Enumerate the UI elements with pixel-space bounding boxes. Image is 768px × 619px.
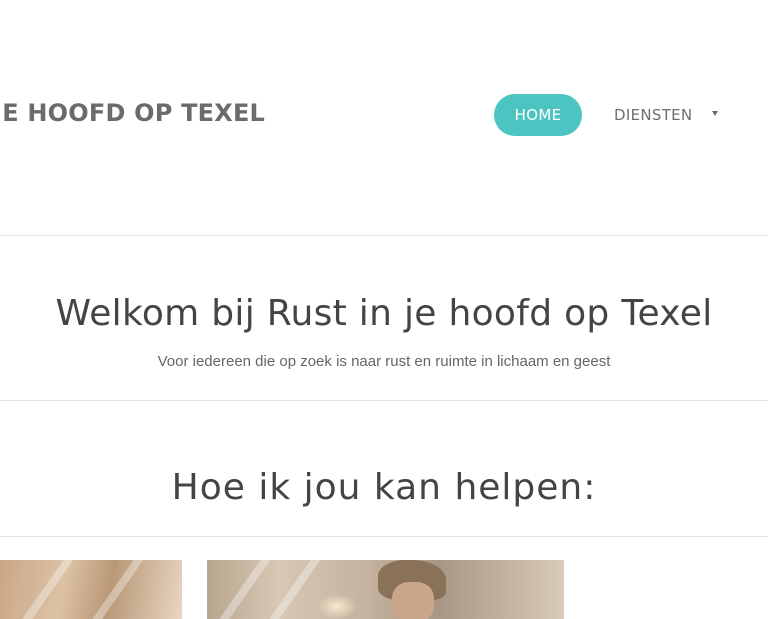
decor-beam bbox=[84, 560, 144, 619]
services-section: Hoe ik jou kan helpen: bbox=[0, 401, 768, 537]
hero-section: Welkom bij Rust in je hoofd op Texel Voo… bbox=[0, 236, 768, 401]
page: T IN JE HOOFD OP TEXEL HOME DIENSTEN Wel… bbox=[0, 0, 768, 619]
service-card-image-2[interactable] bbox=[207, 560, 564, 619]
decor-beam bbox=[261, 560, 321, 619]
hero-title: Welkom bij Rust in je hoofd op Texel bbox=[55, 293, 713, 334]
main-nav: HOME DIENSTEN bbox=[494, 94, 719, 136]
nav-diensten-menu[interactable]: DIENSTEN bbox=[614, 94, 719, 136]
services-title: Hoe ik jou kan helpen: bbox=[171, 467, 597, 508]
nav-home-button[interactable]: HOME bbox=[494, 94, 582, 136]
nav-home-label: HOME bbox=[514, 106, 562, 124]
person-face bbox=[392, 582, 434, 619]
decor-beam bbox=[14, 560, 74, 619]
candle-light bbox=[317, 594, 357, 619]
service-card-image-1[interactable] bbox=[0, 560, 182, 619]
service-card-image-3[interactable] bbox=[590, 560, 768, 619]
nav-diensten-label: DIENSTEN bbox=[614, 106, 693, 124]
caret-down-icon bbox=[712, 110, 719, 116]
site-title[interactable]: T IN JE HOOFD OP TEXEL bbox=[0, 99, 265, 127]
site-header: T IN JE HOOFD OP TEXEL HOME DIENSTEN bbox=[0, 0, 768, 236]
hero-subtitle: Voor iedereen die op zoek is naar rust e… bbox=[157, 353, 611, 370]
person-photo bbox=[370, 560, 450, 619]
decor-beam bbox=[211, 560, 271, 619]
